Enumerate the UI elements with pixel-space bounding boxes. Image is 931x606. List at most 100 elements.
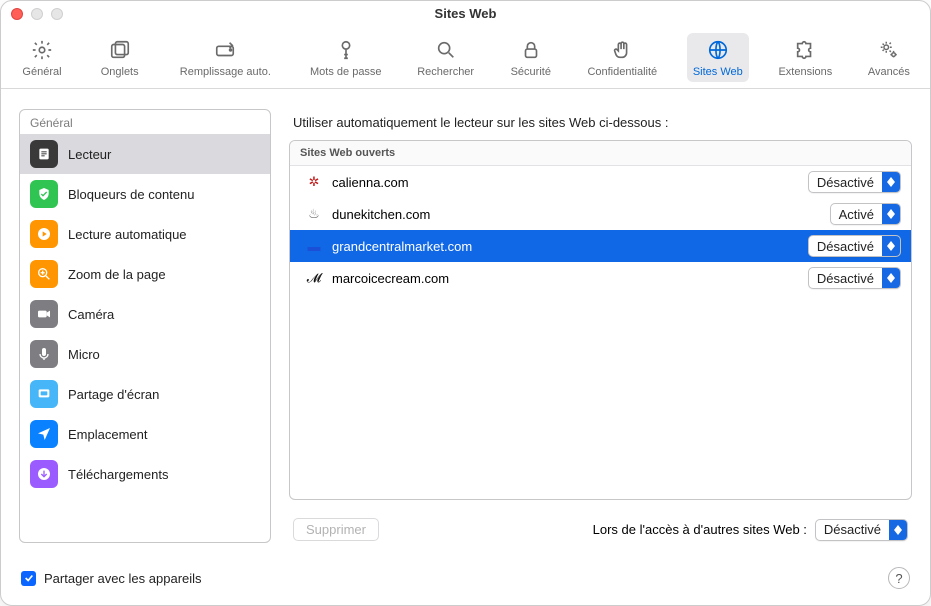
pane-description: Utiliser automatiquement le lecteur sur … xyxy=(289,109,912,132)
toolbar-item-gears[interactable]: Avancés xyxy=(862,33,916,82)
row-setting-value: Désactivé xyxy=(809,239,882,254)
share-devices-label: Partager avec les appareils xyxy=(44,571,202,586)
tabs-icon xyxy=(107,37,133,63)
puzzle-icon xyxy=(792,37,818,63)
toolbar-label: Confidentialité xyxy=(587,66,657,78)
sidebar-item-camera[interactable]: Caméra xyxy=(20,294,270,334)
favicon: ▬ xyxy=(306,238,322,254)
row-setting-value: Désactivé xyxy=(809,271,882,286)
toolbar-label: Mots de passe xyxy=(310,66,382,78)
toolbar-item-search[interactable]: Rechercher xyxy=(411,33,480,82)
table-row[interactable]: ♨ dunekitchen.com Activé xyxy=(290,198,911,230)
favicon: 𝓜 xyxy=(306,270,322,286)
toolbar-item-lock[interactable]: Sécurité xyxy=(504,33,558,82)
sidebar-item-label: Lecteur xyxy=(68,147,111,162)
toolbar-label: Sécurité xyxy=(511,66,551,78)
screen-icon xyxy=(30,380,58,408)
toolbar-item-hand[interactable]: Confidentialité xyxy=(581,33,663,82)
domain-label: calienna.com xyxy=(332,175,798,190)
sidebar-item-download[interactable]: Téléchargements xyxy=(20,454,270,494)
sidebar-item-play[interactable]: Lecture automatique xyxy=(20,214,270,254)
sidebar-item-zoom[interactable]: Zoom de la page xyxy=(20,254,270,294)
sidebar-item-label: Téléchargements xyxy=(68,467,168,482)
row-setting-popup[interactable]: Désactivé xyxy=(808,235,901,257)
toolbar-label: Extensions xyxy=(778,66,832,78)
toolbar-item-tabs[interactable]: Onglets xyxy=(93,33,147,82)
toolbar-label: Onglets xyxy=(101,66,139,78)
share-devices-checkbox[interactable]: Partager avec les appareils xyxy=(21,571,202,586)
other-sites-value: Désactivé xyxy=(816,522,889,537)
key-icon xyxy=(333,37,359,63)
toolbar-item-puzzle[interactable]: Extensions xyxy=(772,33,838,82)
domain-label: dunekitchen.com xyxy=(332,207,820,222)
play-icon xyxy=(30,220,58,248)
sidebar-item-label: Partage d'écran xyxy=(68,387,159,402)
camera-icon xyxy=(30,300,58,328)
globe-icon xyxy=(705,37,731,63)
autofill-icon xyxy=(212,37,238,63)
row-setting-popup[interactable]: Désactivé xyxy=(808,267,901,289)
delete-button[interactable]: Supprimer xyxy=(293,518,379,541)
sidebar-item-label: Zoom de la page xyxy=(68,267,166,282)
sidebar-section-header: Général xyxy=(20,110,270,134)
table-rows: ✲ calienna.com Désactivé ♨ dunekitchen.com Ac… xyxy=(290,166,911,499)
titlebar: Sites Web xyxy=(1,1,930,27)
table-row[interactable]: ▬ grandcentralmarket.com Désactivé xyxy=(290,230,911,262)
mic-icon xyxy=(30,340,58,368)
sidebar-item-mic[interactable]: Micro xyxy=(20,334,270,374)
reader-icon xyxy=(30,140,58,168)
window-title: Sites Web xyxy=(1,6,930,21)
preferences-toolbar: Général Onglets Remplissage auto. Mots de p… xyxy=(1,27,930,89)
sidebar-item-location[interactable]: Emplacement xyxy=(20,414,270,454)
domain-label: marcoicecream.com xyxy=(332,271,798,286)
sidebar-item-label: Bloqueurs de contenu xyxy=(68,187,194,202)
updown-icon xyxy=(889,520,907,540)
location-icon xyxy=(30,420,58,448)
toolbar-label: Avancés xyxy=(868,66,910,78)
row-setting-popup[interactable]: Désactivé xyxy=(808,171,901,193)
row-setting-value: Désactivé xyxy=(809,175,882,190)
websites-table: Sites Web ouverts ✲ calienna.com Désactivé… xyxy=(289,140,912,500)
sidebar-item-shield[interactable]: Bloqueurs de contenu xyxy=(20,174,270,214)
updown-icon xyxy=(882,236,900,256)
other-sites-label: Lors de l'accès à d'autres sites Web : xyxy=(593,522,807,537)
updown-icon xyxy=(882,204,900,224)
toolbar-item-globe[interactable]: Sites Web xyxy=(687,33,749,82)
gear-icon xyxy=(29,37,55,63)
gears-icon xyxy=(876,37,902,63)
sidebar-item-label: Micro xyxy=(68,347,100,362)
preferences-window: Sites Web Général Onglets Remplissage auto… xyxy=(0,0,931,606)
toolbar-label: Rechercher xyxy=(417,66,474,78)
help-button[interactable]: ? xyxy=(888,567,910,589)
content-area: Général Lecteur Bloqueurs de contenu Lectu… xyxy=(1,89,930,557)
other-sites-group: Lors de l'accès à d'autres sites Web : D… xyxy=(593,519,908,541)
sidebar-item-reader[interactable]: Lecteur xyxy=(20,134,270,174)
updown-icon xyxy=(882,172,900,192)
updown-icon xyxy=(882,268,900,288)
lock-icon xyxy=(518,37,544,63)
domain-label: grandcentralmarket.com xyxy=(332,239,798,254)
table-row[interactable]: ✲ calienna.com Désactivé xyxy=(290,166,911,198)
favicon: ✲ xyxy=(306,174,322,190)
main-pane: Utiliser automatiquement le lecteur sur … xyxy=(289,109,912,543)
favicon: ♨ xyxy=(306,206,322,222)
sidebar-item-label: Caméra xyxy=(68,307,114,322)
table-column-header: Sites Web ouverts xyxy=(290,141,911,166)
table-footer: Supprimer Lors de l'accès à d'autres sit… xyxy=(289,508,912,543)
sidebar-item-screen[interactable]: Partage d'écran xyxy=(20,374,270,414)
toolbar-item-autofill[interactable]: Remplissage auto. xyxy=(170,33,280,82)
table-row[interactable]: 𝓜marcoicecream.com Désactivé xyxy=(290,262,911,294)
search-icon xyxy=(433,37,459,63)
toolbar-label: Remplissage auto. xyxy=(180,66,271,78)
sidebar-item-label: Emplacement xyxy=(68,427,147,442)
toolbar-label: Général xyxy=(22,66,61,78)
toolbar-item-key[interactable]: Mots de passe xyxy=(304,33,388,82)
sidebar-item-label: Lecture automatique xyxy=(68,227,187,242)
toolbar-item-gear[interactable]: Général xyxy=(15,33,69,82)
row-setting-popup[interactable]: Activé xyxy=(830,203,901,225)
other-sites-popup[interactable]: Désactivé xyxy=(815,519,908,541)
hand-icon xyxy=(609,37,635,63)
checkbox-box xyxy=(21,571,36,586)
zoom-icon xyxy=(30,260,58,288)
toolbar-label: Sites Web xyxy=(693,66,743,78)
